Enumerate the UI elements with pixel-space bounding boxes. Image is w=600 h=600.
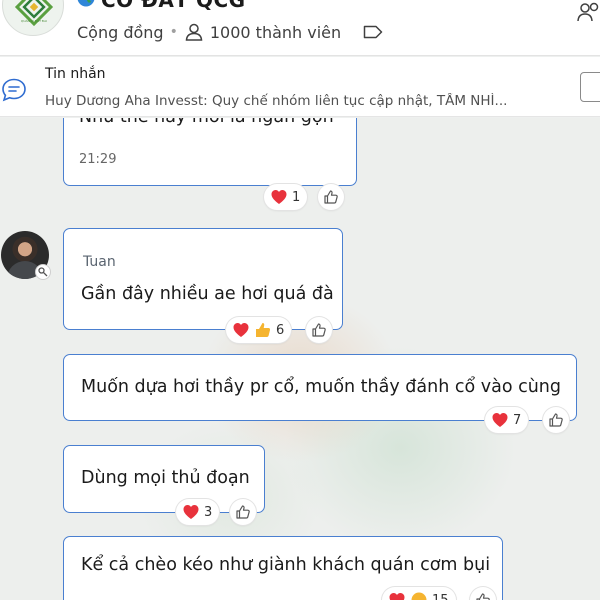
member-count[interactable]: 1000 thành viên bbox=[210, 23, 341, 42]
heart-icon bbox=[233, 323, 249, 337]
like-outline-icon bbox=[549, 413, 563, 427]
like-button[interactable] bbox=[318, 184, 344, 210]
message-text: Muốn dựa hơi thầy pr cổ, muốn thầy đánh … bbox=[81, 377, 562, 397]
chat-bubble-icon bbox=[2, 78, 26, 102]
members-icon[interactable] bbox=[577, 2, 600, 22]
like-button[interactable] bbox=[306, 317, 332, 343]
sender-name[interactable]: Tuan bbox=[83, 254, 116, 270]
heart-icon bbox=[492, 413, 508, 427]
reaction-summary[interactable]: 3 bbox=[176, 499, 220, 525]
reaction-count: 6 bbox=[276, 322, 285, 338]
reaction-count: 7 bbox=[513, 412, 522, 428]
message-bubble[interactable]: Tuan Gần đây nhiều ae hơi quá đà bbox=[63, 228, 343, 330]
message-text: Như thế này mới là ngắn gọn bbox=[79, 118, 334, 127]
reaction-summary[interactable]: 1 bbox=[264, 184, 308, 210]
group-logo-caption: QUẢN LÝ ĐẤT ĐAI bbox=[20, 19, 48, 23]
like-button[interactable] bbox=[543, 407, 569, 433]
group-avatar[interactable]: QUẢN LÝ ĐẤT ĐAI bbox=[2, 0, 64, 36]
like-outline-icon bbox=[324, 190, 338, 204]
message-text: Gần đây nhiều ae hơi quá đà bbox=[81, 284, 334, 304]
laugh-icon bbox=[411, 592, 427, 600]
globe-icon bbox=[77, 0, 95, 7]
like-outline-icon bbox=[236, 505, 250, 519]
pinned-expand-button[interactable] bbox=[580, 72, 600, 102]
heart-icon bbox=[183, 505, 199, 519]
reaction-count: 1 bbox=[292, 189, 301, 205]
pinned-title: Tin nhắn bbox=[45, 66, 106, 82]
reaction-summary[interactable]: 7 bbox=[485, 407, 529, 433]
like-outline-icon bbox=[476, 593, 490, 600]
pinned-text: Huy Dương Aha Invesst: Quy chế nhóm liên… bbox=[45, 93, 508, 109]
chat-header: QUẢN LÝ ĐẤT ĐAI CÔ ĐẤT QCG Cộng đồng • 1… bbox=[0, 0, 600, 56]
message-text: Dùng mọi thủ đoạn bbox=[81, 468, 250, 488]
group-logo-icon bbox=[14, 0, 54, 27]
message-time: 21:29 bbox=[79, 152, 117, 167]
tag-icon[interactable] bbox=[363, 24, 383, 40]
reaction-count: 15 bbox=[432, 592, 449, 600]
heart-icon bbox=[389, 593, 405, 600]
key-icon bbox=[38, 267, 48, 277]
message-bubble[interactable]: Như thế này mới là ngắn gọn 21:29 bbox=[63, 118, 357, 186]
person-icon bbox=[185, 23, 203, 41]
like-outline-icon bbox=[312, 323, 326, 337]
reaction-summary[interactable]: 6 bbox=[226, 317, 292, 343]
message-text: Kể cả chèo kéo như giành khách quán cơm … bbox=[81, 555, 491, 575]
group-meta: Cộng đồng • 1000 thành viên bbox=[77, 22, 383, 42]
like-button[interactable] bbox=[230, 499, 256, 525]
reaction-summary[interactable]: 15 bbox=[382, 587, 456, 600]
chat-message-list[interactable]: Như thế này mới là ngắn gọn 21:29 1 Tuan… bbox=[0, 118, 600, 600]
avatar-key-badge bbox=[35, 264, 51, 280]
group-name[interactable]: CÔ ĐẤT QCG bbox=[101, 0, 246, 12]
meta-separator: • bbox=[169, 24, 178, 40]
group-category: Cộng đồng bbox=[77, 22, 164, 42]
reaction-count: 3 bbox=[204, 504, 213, 520]
thumbs-up-icon bbox=[256, 323, 271, 337]
heart-icon bbox=[271, 190, 287, 204]
pinned-message-bar[interactable]: Tin nhắn Huy Dương Aha Invesst: Quy chế … bbox=[0, 57, 600, 117]
